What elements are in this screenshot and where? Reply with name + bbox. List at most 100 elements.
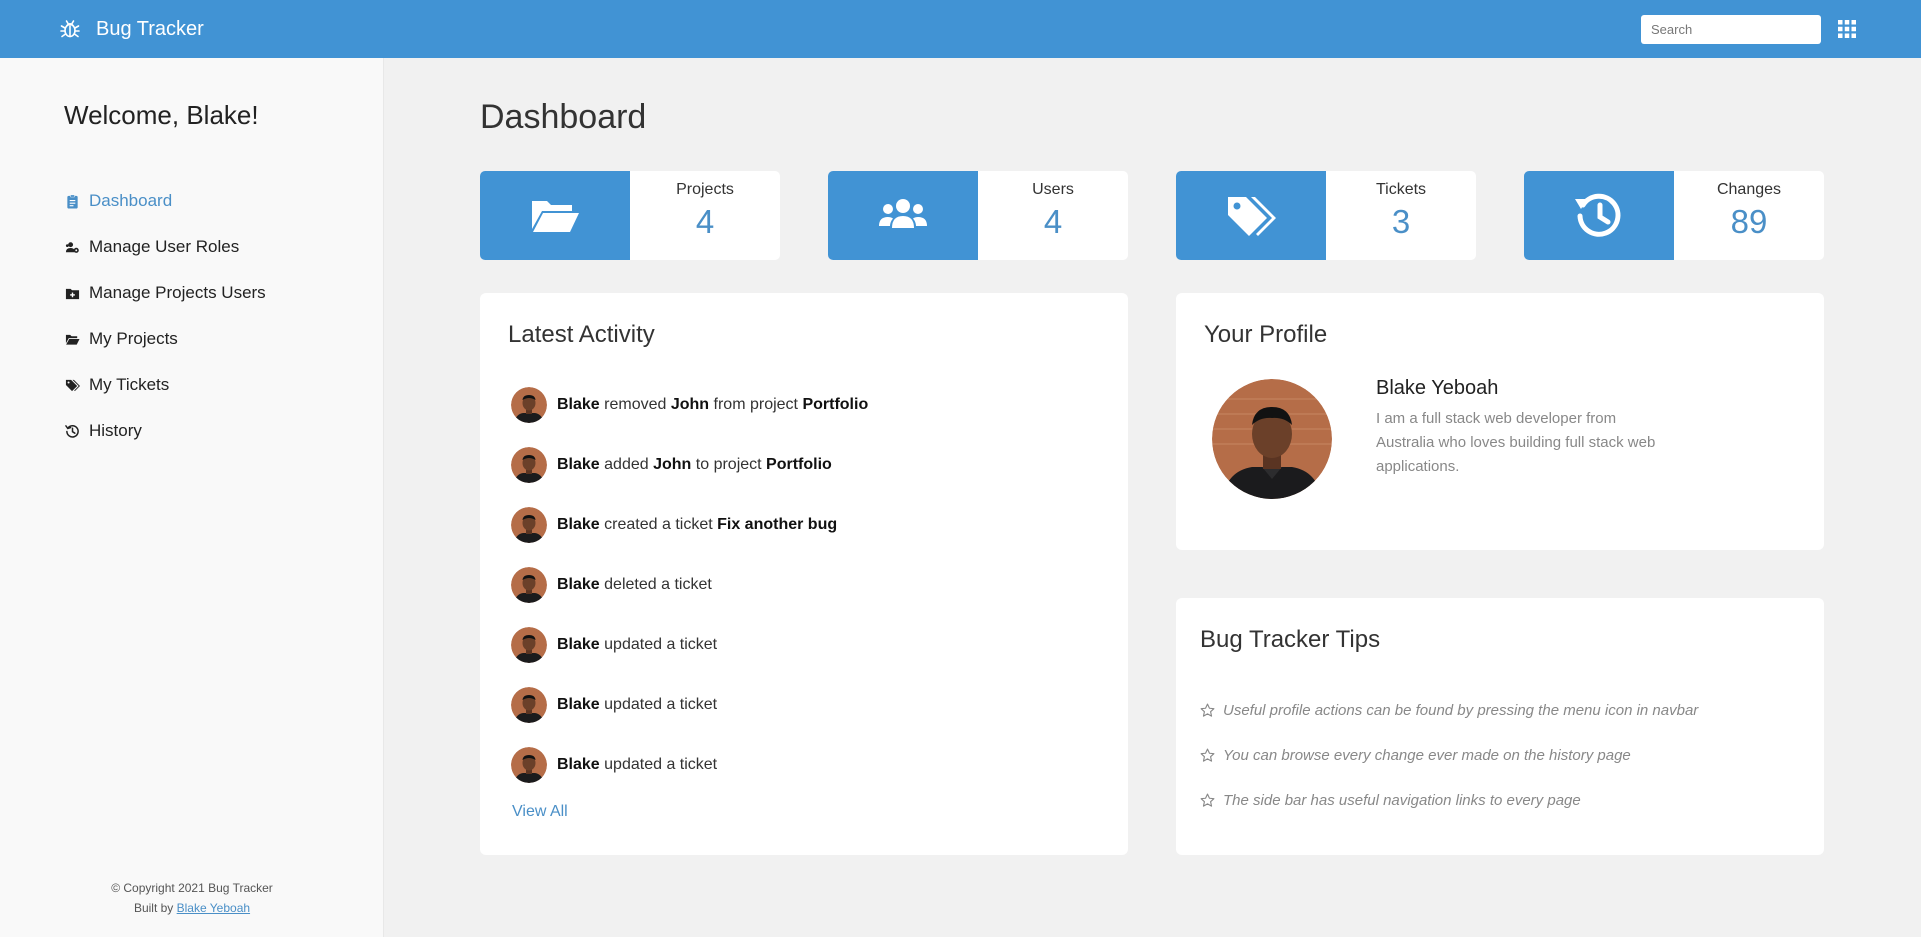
folder-open-icon bbox=[532, 200, 579, 232]
stat-card-users[interactable]: Users 4 bbox=[828, 171, 1128, 260]
activity-text: Blake deleted a ticket bbox=[557, 576, 712, 594]
tips-list: Useful profile actions can be found by p… bbox=[1200, 688, 1698, 823]
sidebar-footer: © Copyright 2021 Bug Tracker Built by Bl… bbox=[0, 878, 384, 918]
grid-menu-icon bbox=[1838, 20, 1856, 38]
profile-name: Blake Yeboah bbox=[1376, 377, 1499, 399]
built-by-line: Built by Blake Yeboah bbox=[0, 898, 384, 918]
activity-user: Blake bbox=[557, 696, 600, 713]
history-icon bbox=[64, 423, 80, 439]
sidebar-item-my-tickets[interactable]: My Tickets bbox=[64, 362, 266, 408]
activity-user: Blake bbox=[557, 456, 600, 473]
tip-text: You can browse every change ever made on… bbox=[1223, 747, 1631, 764]
card-title: Bug Tracker Tips bbox=[1200, 626, 1381, 653]
stat-icon-box bbox=[1524, 171, 1674, 260]
tags-icon bbox=[64, 377, 80, 393]
page-title: Dashboard bbox=[480, 98, 647, 136]
stat-card-projects[interactable]: Projects 4 bbox=[480, 171, 780, 260]
brand-link[interactable]: Bug Tracker bbox=[58, 0, 204, 58]
activity-object: Portfolio bbox=[766, 456, 832, 473]
card-title: Your Profile bbox=[1204, 321, 1328, 348]
activity-action: created a ticket bbox=[604, 516, 713, 533]
profile-avatar[interactable] bbox=[1212, 379, 1332, 499]
star-icon bbox=[1200, 703, 1215, 717]
stat-label: Users bbox=[1032, 181, 1074, 198]
activity-action: updated a ticket bbox=[604, 636, 718, 653]
activity-user: Blake bbox=[557, 396, 600, 413]
profile-bio: I am a full stack web developer from Aus… bbox=[1376, 410, 1656, 475]
stat-body: Users 4 bbox=[978, 171, 1128, 260]
stat-icon-box bbox=[828, 171, 978, 260]
activity-item: Blake deleted a ticket bbox=[511, 555, 868, 615]
stat-body: Changes 89 bbox=[1674, 171, 1824, 260]
tip-text: Useful profile actions can be found by p… bbox=[1223, 702, 1699, 719]
activity-text: Blake updated a ticket bbox=[557, 696, 717, 714]
history-icon bbox=[1575, 193, 1621, 237]
activity-action: updated a ticket bbox=[604, 696, 718, 713]
search-input[interactable] bbox=[1641, 15, 1821, 44]
apps-menu-button[interactable] bbox=[1837, 19, 1857, 39]
activity-target: Fix another bug bbox=[717, 516, 838, 533]
bug-icon bbox=[60, 20, 80, 38]
view-all-link[interactable]: View All bbox=[512, 803, 568, 821]
author-link[interactable]: Blake Yeboah bbox=[177, 901, 250, 915]
tip-item: Useful profile actions can be found by p… bbox=[1200, 688, 1698, 733]
latest-activity-card: Latest Activity Blake removed John from … bbox=[480, 293, 1128, 855]
user-avatar[interactable] bbox=[511, 627, 547, 663]
sidebar-item-label: Dashboard bbox=[89, 191, 173, 210]
card-title: Latest Activity bbox=[508, 321, 655, 348]
stat-value: 4 bbox=[1043, 203, 1063, 240]
sidebar-item-label: Manage Projects Users bbox=[89, 283, 266, 302]
user-avatar[interactable] bbox=[511, 687, 547, 723]
stat-body: Projects 4 bbox=[630, 171, 780, 260]
activity-item: Blake updated a ticket bbox=[511, 735, 868, 795]
folder-open-icon bbox=[64, 331, 80, 347]
user-avatar[interactable] bbox=[511, 747, 547, 783]
activity-item: Blake updated a ticket bbox=[511, 675, 868, 735]
activity-item: Blake created a ticket Fix another bug bbox=[511, 495, 868, 555]
sidebar-item-history[interactable]: History bbox=[64, 408, 266, 454]
tip-item: You can browse every change ever made on… bbox=[1200, 733, 1698, 778]
activity-text: Blake created a ticket Fix another bug bbox=[557, 516, 837, 534]
activity-user: Blake bbox=[557, 576, 600, 593]
built-by-prefix: Built by bbox=[133, 901, 174, 915]
profile-card: Your Profile Blake Yeboah I am a full st… bbox=[1176, 293, 1824, 550]
stat-label: Projects bbox=[676, 181, 734, 198]
stat-icon-box bbox=[480, 171, 630, 260]
sidebar-item-manage-user-roles[interactable]: Manage User Roles bbox=[64, 224, 266, 270]
folder-plus-icon bbox=[64, 285, 80, 301]
user-avatar[interactable] bbox=[511, 507, 547, 543]
activity-list: Blake removed John from project Portfoli… bbox=[511, 375, 868, 795]
sidebar-item-label: Manage User Roles bbox=[89, 237, 240, 256]
user-avatar[interactable] bbox=[511, 447, 547, 483]
activity-user: Blake bbox=[557, 636, 600, 653]
stat-body: Tickets 3 bbox=[1326, 171, 1476, 260]
stat-value: 4 bbox=[695, 203, 715, 240]
activity-item: Blake updated a ticket bbox=[511, 615, 868, 675]
tip-item: The side bar has useful navigation links… bbox=[1200, 778, 1698, 823]
activity-action: removed bbox=[604, 396, 667, 413]
activity-user: Blake bbox=[557, 756, 600, 773]
activity-action: added bbox=[604, 456, 649, 473]
sidebar-item-label: History bbox=[89, 421, 142, 440]
stat-label: Tickets bbox=[1375, 181, 1427, 198]
users-icon bbox=[879, 198, 927, 228]
stat-card-tickets[interactable]: Tickets 3 bbox=[1176, 171, 1476, 260]
tip-text: The side bar has useful navigation links… bbox=[1223, 792, 1581, 809]
user-avatar[interactable] bbox=[511, 387, 547, 423]
user-avatar[interactable] bbox=[511, 567, 547, 603]
activity-text: Blake removed John from project Portfoli… bbox=[557, 396, 868, 414]
activity-item: Blake added John to project Portfolio bbox=[511, 435, 868, 495]
star-icon bbox=[1200, 748, 1215, 762]
brand-name: Bug Tracker bbox=[96, 17, 204, 40]
stat-card-changes[interactable]: Changes 89 bbox=[1524, 171, 1824, 260]
activity-action: deleted a ticket bbox=[604, 576, 712, 593]
tags-icon bbox=[1228, 196, 1276, 236]
top-navbar: Bug Tracker bbox=[0, 0, 1921, 58]
activity-text: Blake added John to project Portfolio bbox=[557, 456, 832, 474]
sidebar-item-manage-projects-users[interactable]: Manage Projects Users bbox=[64, 270, 266, 316]
sidebar-item-dashboard[interactable]: Dashboard bbox=[64, 178, 266, 224]
stat-value: 3 bbox=[1391, 203, 1411, 240]
sidebar-item-label: My Projects bbox=[89, 329, 178, 348]
users-cog-icon bbox=[64, 239, 80, 255]
sidebar-item-my-projects[interactable]: My Projects bbox=[64, 316, 266, 362]
